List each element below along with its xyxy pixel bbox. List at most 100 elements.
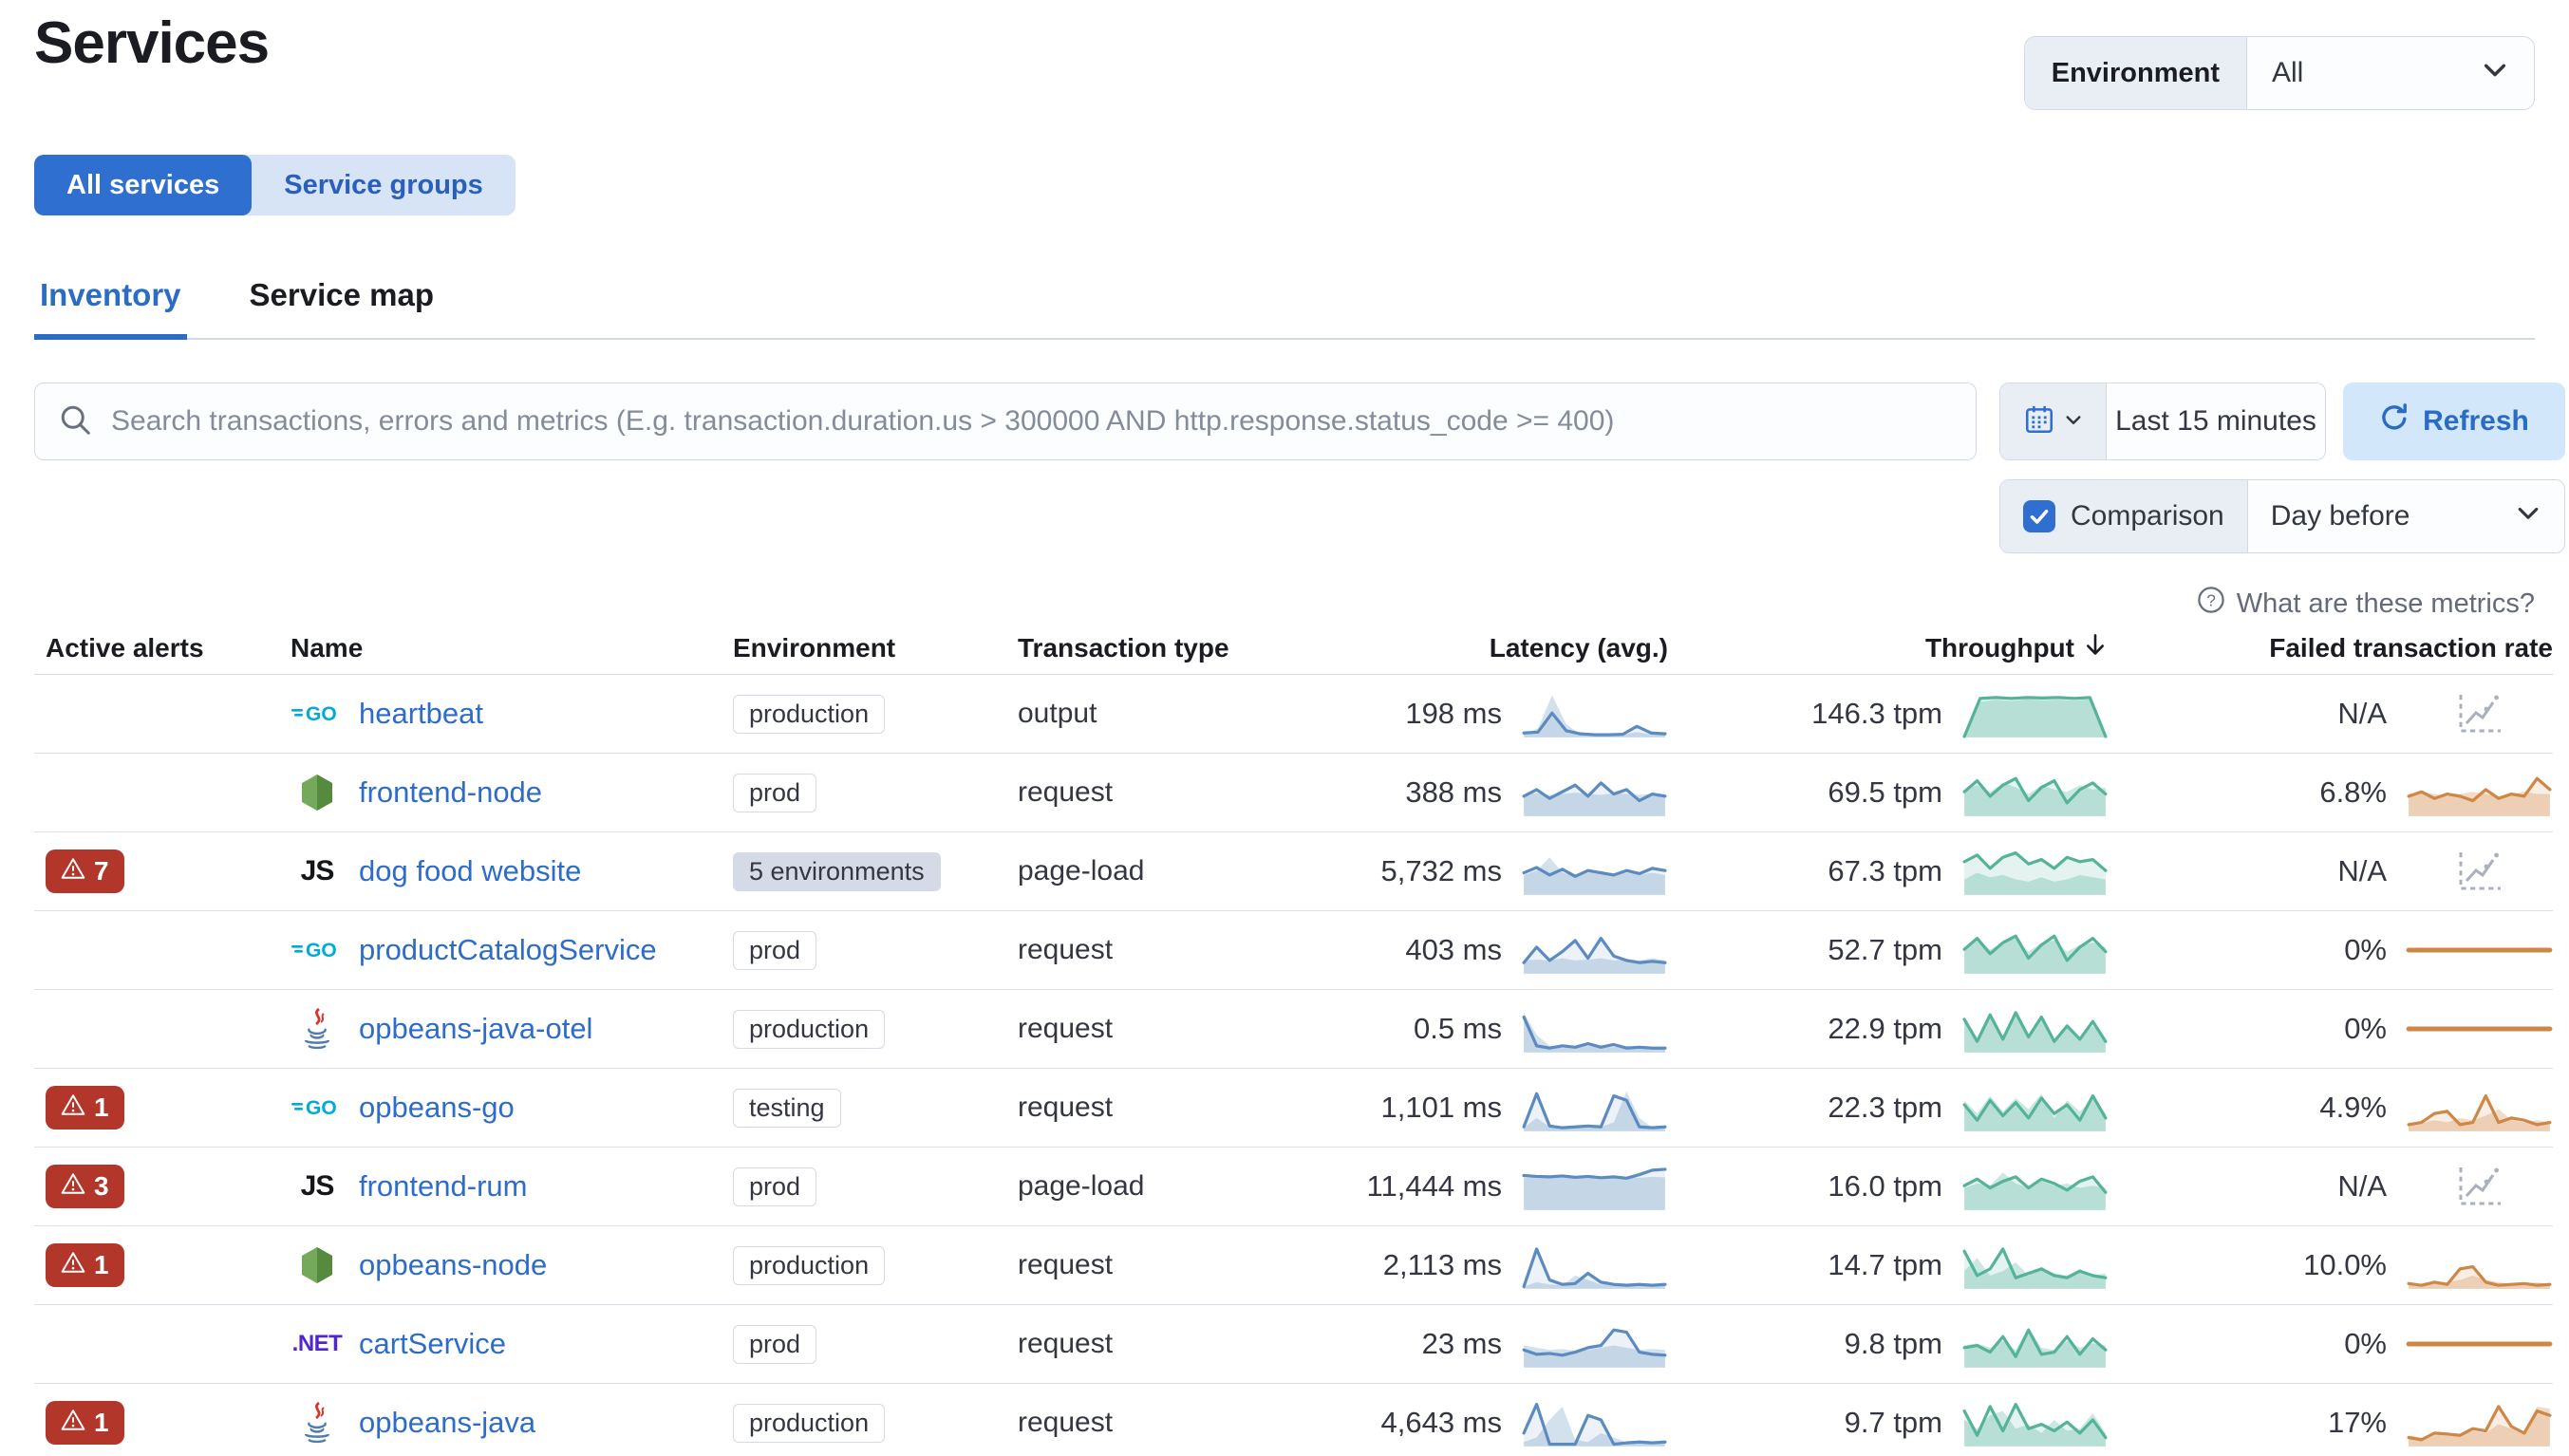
service-groups-button[interactable]: Service groups [252, 155, 516, 215]
cell-latency: 11,444 ms [1329, 1148, 1668, 1225]
latency-sparkline [1521, 1317, 1668, 1371]
apm-services-page: Services Environment All All services Se… [0, 0, 2569, 1456]
service-name-link[interactable]: opbeans-java [359, 1406, 535, 1440]
cell-name: JS frontend-rum [279, 1148, 722, 1225]
cell-name: opbeans-node [279, 1226, 722, 1304]
environment-badge: production [733, 694, 886, 734]
go-icon: GO [291, 700, 344, 727]
cell-environment: prod [722, 1305, 1006, 1383]
failed-rate-value: 0% [2344, 1327, 2387, 1360]
tab-inventory[interactable]: Inventory [34, 277, 187, 340]
throughput-sparkline [1961, 766, 2109, 819]
time-range-button[interactable]: Last 15 minutes [2107, 383, 2325, 459]
cell-throughput: 22.9 tpm [1668, 990, 2109, 1068]
active-alerts-count: 7 [94, 856, 109, 886]
service-row: frontend-node prod request 388 ms 69.5 tpm 6.… [34, 754, 2553, 832]
warning-triangle-icon [61, 1408, 85, 1438]
failed-rate-sparkline [2406, 1317, 2553, 1371]
cell-latency: 4,643 ms [1329, 1384, 1668, 1456]
cell-latency: 23 ms [1329, 1305, 1668, 1383]
header-transaction-type[interactable]: Transaction type [1006, 622, 1329, 674]
date-quick-select-button[interactable] [2000, 383, 2107, 459]
service-name-link[interactable]: frontend-node [359, 775, 542, 810]
cell-transaction-type: request [1006, 911, 1329, 989]
service-name-link[interactable]: opbeans-go [359, 1091, 515, 1125]
cell-environment: production [722, 675, 1006, 753]
comparison-select-value: Day before [2270, 500, 2410, 532]
refresh-button[interactable]: Refresh [2343, 383, 2565, 460]
svg-text:GO: GO [306, 940, 337, 961]
cell-name: opbeans-java [279, 1384, 722, 1456]
help-label: What are these metrics? [2236, 588, 2535, 619]
header-name[interactable]: Name [279, 622, 722, 674]
cell-environment: testing [722, 1069, 1006, 1147]
service-name-link[interactable]: frontend-rum [359, 1169, 527, 1204]
failed-rate-value: 6.8% [2319, 775, 2387, 809]
service-name-link[interactable]: heartbeat [359, 697, 483, 731]
header-throughput[interactable]: Throughput [1668, 622, 2109, 674]
cell-active-alerts [34, 675, 279, 753]
header-failed-transaction-rate[interactable]: Failed transaction rate [2109, 622, 2553, 674]
cell-failed: 0% [2109, 911, 2553, 989]
service-name-link[interactable]: opbeans-java-otel [359, 1012, 592, 1046]
throughput-sparkline [1961, 1396, 2109, 1449]
active-alerts-badge[interactable]: 1 [46, 1401, 124, 1445]
services-table-header: Active alerts Name Environment Transacti… [34, 622, 2553, 675]
latency-sparkline [1521, 687, 1668, 740]
cell-active-alerts: 1 [34, 1069, 279, 1147]
throughput-sparkline [1961, 1317, 2109, 1371]
comparison-control: Comparison Day before [1999, 479, 2565, 553]
active-alerts-badge[interactable]: 1 [46, 1243, 124, 1287]
service-row: 1 opbeans-node production request 2,113 ms 14… [34, 1226, 2553, 1305]
cell-name: opbeans-java-otel [279, 990, 722, 1068]
active-alerts-count: 1 [94, 1092, 109, 1122]
cell-failed: N/A [2109, 832, 2553, 910]
cell-failed: 0% [2109, 1305, 2553, 1383]
active-alerts-badge[interactable]: 3 [46, 1165, 124, 1208]
environment-filter-label: Environment [2024, 37, 2247, 109]
comparison-select[interactable]: Day before [2248, 480, 2564, 552]
tab-service-map[interactable]: Service map [244, 277, 440, 340]
service-name-link[interactable]: productCatalogService [359, 933, 657, 967]
refresh-button-label: Refresh [2423, 405, 2529, 437]
service-name-link[interactable]: cartService [359, 1327, 506, 1361]
search-icon [58, 402, 92, 441]
search-input[interactable]: Search transactions, errors and metrics … [34, 383, 1977, 460]
latency-value: 4,643 ms [1380, 1406, 1502, 1439]
transaction-type: request [1018, 1328, 1114, 1359]
header-environment[interactable]: Environment [722, 622, 1006, 674]
active-alerts-badge[interactable]: 7 [46, 849, 124, 893]
cell-transaction-type: request [1006, 1305, 1329, 1383]
header-latency[interactable]: Latency (avg.) [1329, 622, 1668, 674]
service-name-link[interactable]: dog food website [359, 854, 581, 888]
cell-active-alerts [34, 990, 279, 1068]
active-alerts-badge[interactable]: 1 [46, 1086, 124, 1129]
cell-name: JS dog food website [279, 832, 722, 910]
latency-value: 23 ms [1421, 1327, 1502, 1360]
cell-active-alerts: 1 [34, 1226, 279, 1304]
failed-rate-sparkline [2406, 1396, 2553, 1449]
chevron-down-icon [2481, 55, 2509, 91]
comparison-toggle: Comparison [2000, 480, 2248, 552]
throughput-value: 14.7 tpm [1828, 1248, 1942, 1281]
what-are-these-metrics-link[interactable]: ? What are these metrics? [2197, 586, 2535, 622]
transaction-type: output [1018, 698, 1097, 729]
calendar-icon [2023, 403, 2055, 440]
environment-select[interactable]: All [2247, 37, 2534, 109]
dotnet-icon: .NET [291, 1331, 343, 1356]
all-services-button[interactable]: All services [34, 155, 253, 215]
header-active-alerts[interactable]: Active alerts [34, 622, 279, 674]
cell-environment: prod [722, 1148, 1006, 1225]
failed-rate-sparkline [2406, 1239, 2553, 1292]
failed-rate-sparkline [2406, 924, 2553, 977]
transaction-type: request [1018, 1407, 1114, 1438]
environment-badge: prod [733, 930, 817, 970]
latency-value: 11,444 ms [1366, 1169, 1502, 1203]
comparison-checkbox[interactable] [2023, 500, 2055, 532]
cell-transaction-type: output [1006, 675, 1329, 753]
throughput-value: 16.0 tpm [1828, 1169, 1942, 1203]
service-name-link[interactable]: opbeans-node [359, 1248, 547, 1282]
cell-latency: 1,101 ms [1329, 1069, 1668, 1147]
warning-triangle-icon [61, 1250, 85, 1280]
cell-environment: prod [722, 754, 1006, 831]
